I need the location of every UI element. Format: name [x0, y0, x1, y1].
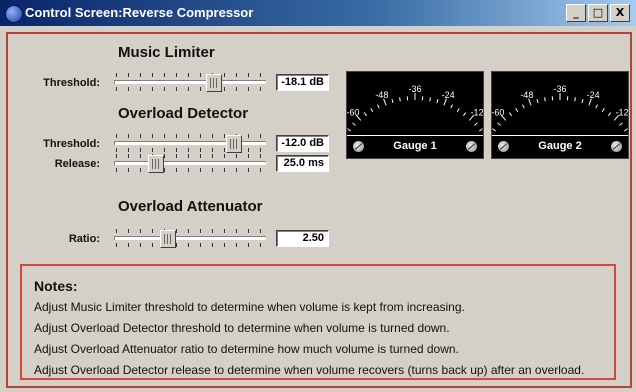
gauge-tick: [391, 98, 394, 104]
overload-detector-threshold-value[interactable]: -12.0 dB: [276, 135, 329, 152]
gauge-tick: [536, 98, 539, 104]
gauge-tick: [436, 98, 439, 104]
gauge-tick: [522, 104, 525, 109]
gauge-tick: [574, 97, 576, 102]
app-icon: [5, 5, 23, 23]
gauge-tick: [363, 112, 368, 117]
gauge-tick: [607, 112, 612, 117]
gauge-tick: [474, 122, 478, 126]
overload-detector-release-slider[interactable]: [112, 153, 268, 175]
notes-panel: Notes: Adjust Music Limiter threshold to…: [20, 264, 616, 380]
gauge-tick: [429, 97, 431, 102]
gauge-2-label: Gauge 2: [538, 140, 582, 152]
overload-detector-heading: Overload Detector: [118, 105, 249, 122]
gauge-tick: [497, 122, 501, 126]
gauge-tick: [479, 128, 483, 132]
screw-icon: [466, 141, 477, 152]
note-line: Adjust Music Limiter threshold to determ…: [34, 300, 465, 314]
music-limiter-threshold-slider[interactable]: [112, 72, 268, 94]
slider-thumb[interactable]: [226, 135, 242, 153]
gauge-tick: [347, 128, 351, 132]
gauge-tick: [544, 97, 546, 102]
gauge-tick: [450, 104, 453, 109]
gauge-scale-label: -12: [616, 107, 628, 117]
control-screen-window: Control Screen:Reverse Compressor _ □ X …: [0, 0, 636, 392]
window-title: Control Screen:Reverse Compressor: [25, 5, 254, 20]
gauge-scale-label: -48: [520, 90, 533, 100]
overload-detector-threshold-label: Threshold:: [43, 138, 100, 150]
gauge-tick: [456, 108, 460, 112]
slider-thumb[interactable]: [206, 74, 222, 92]
minimize-button[interactable]: _: [566, 4, 586, 22]
gauge-tick: [377, 104, 380, 109]
gauge-tick: [581, 98, 584, 104]
gauge-1-dial: -72-60-48-36-24-120: [347, 84, 483, 132]
screw-icon: [611, 141, 622, 152]
slider-thumb[interactable]: [160, 230, 176, 248]
gauge-scale-label: -24: [442, 90, 455, 100]
gauge-tick: [462, 112, 467, 117]
gauge-tick: [619, 122, 623, 126]
gauge-2-dial: -72-60-48-36-24-120: [492, 84, 628, 132]
gauge-scale-label: -24: [587, 90, 600, 100]
gauge-tick: [492, 128, 496, 132]
overload-attenuator-heading: Overload Attenuator: [118, 198, 263, 215]
gauge-scale-label: -48: [375, 90, 388, 100]
gauge-scale-label: -36: [553, 84, 566, 94]
gauge-tick: [508, 112, 513, 117]
note-line: Adjust Overload Detector threshold to de…: [34, 321, 450, 335]
gauge-tick: [515, 108, 519, 112]
gauge-1: -72-60-48-36-24-120 Gauge 1: [346, 71, 484, 159]
gauge-tick: [399, 97, 401, 102]
gauge-tick: [352, 122, 356, 126]
slider-thumb[interactable]: [148, 155, 164, 173]
title-bar[interactable]: Control Screen:Reverse Compressor _ □ X: [0, 0, 636, 26]
gauge-scale-label: -36: [408, 84, 421, 94]
gauge-1-label: Gauge 1: [393, 140, 437, 152]
gauge-tick: [370, 108, 374, 112]
gauge-tick: [595, 104, 598, 109]
music-limiter-heading: Music Limiter: [118, 44, 215, 61]
note-line: Adjust Overload Detector release to dete…: [34, 363, 585, 377]
notes-title: Notes:: [34, 278, 78, 294]
gauge-scale-label: -12: [471, 107, 483, 117]
music-limiter-threshold-label: Threshold:: [43, 77, 100, 89]
close-button[interactable]: X: [610, 4, 630, 22]
overload-attenuator-ratio-label: Ratio:: [68, 233, 100, 245]
gauge-tick: [624, 128, 628, 132]
note-line: Adjust Overload Attenuator ratio to dete…: [34, 342, 459, 356]
overload-detector-threshold-slider[interactable]: [112, 133, 268, 155]
music-limiter-threshold-value[interactable]: -18.1 dB: [276, 74, 329, 91]
overload-attenuator-ratio-value[interactable]: 2.50: [276, 230, 329, 247]
gauge-scale-label: -60: [347, 107, 359, 117]
overload-attenuator-ratio-slider[interactable]: [112, 228, 268, 250]
gauge-scale-label: -60: [492, 107, 504, 117]
gauge-tick: [601, 108, 605, 112]
overload-detector-release-label: Release:: [54, 158, 100, 170]
maximize-button[interactable]: □: [588, 4, 608, 22]
overload-detector-release-value[interactable]: 25.0 ms: [276, 155, 329, 172]
gauge-2: -72-60-48-36-24-120 Gauge 2: [491, 71, 629, 159]
